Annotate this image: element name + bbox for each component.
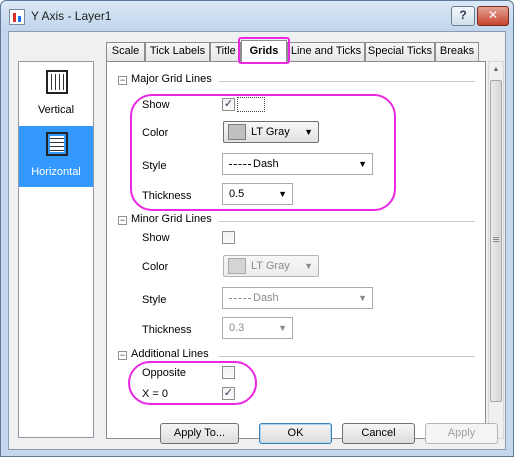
app-icon [9,9,25,25]
tab-title[interactable]: Title [210,42,241,61]
minor-style-value: Dash [229,288,279,308]
side-item-label: Vertical [37,104,75,116]
collapse-icon[interactable]: − [118,216,127,225]
apply-to-button[interactable]: Apply To... [160,423,239,444]
minor-color-label: Color [142,261,169,273]
section-divider [219,221,475,222]
minor-section-title: Minor Grid Lines [131,213,212,225]
dash-line-icon [229,297,251,299]
major-highlight [130,94,396,211]
ok-button[interactable]: OK [259,423,332,444]
minor-color-dropdown[interactable]: LT Gray ▼ [223,255,319,277]
tab-tick-labels[interactable]: Tick Labels [145,42,210,61]
grids-tab-page: − Major Grid Lines Show ✓ Color LT Gray … [106,61,486,439]
chevron-down-icon: ▼ [278,323,287,333]
close-button[interactable]: ✕ [477,6,509,26]
axis-side-panel: Vertical Horizontal [18,61,94,438]
minor-style-dropdown[interactable]: Dash ▼ [222,287,373,309]
scroll-up-icon[interactable]: ▲ [489,62,503,78]
cancel-button[interactable]: Cancel [342,423,415,444]
window-title: Y Axis - Layer1 [31,9,112,23]
tab-special-ticks[interactable]: Special Ticks [365,42,435,61]
help-button[interactable]: ? [451,6,475,26]
additional-section-title: Additional Lines [131,348,209,360]
minor-show-checkbox[interactable] [222,231,235,244]
minor-thickness-dropdown[interactable]: 0.3 ▼ [222,317,293,339]
section-divider [219,356,475,357]
additional-highlight [128,361,257,405]
scroll-thumb[interactable] [490,80,502,402]
minor-show-label: Show [142,232,170,244]
color-swatch [228,258,246,274]
side-item-vertical[interactable]: Vertical [19,64,93,125]
collapse-icon[interactable]: − [118,351,127,360]
title-bar[interactable]: Y Axis - Layer1 ? ✕ [1,1,513,31]
major-section-title: Major Grid Lines [131,73,212,85]
horizontal-grid-icon [46,132,68,156]
minor-thickness-value: 0.3 [229,322,245,334]
side-item-label: Horizontal [31,166,81,178]
minor-color-value: LT Gray [251,260,290,272]
apply-button[interactable]: Apply [425,423,498,444]
dialog-window: Y Axis - Layer1 ? ✕ Vertical Horizontal … [0,0,514,457]
tab-scale[interactable]: Scale [106,42,145,61]
tab-highlight [238,37,290,64]
vertical-scrollbar[interactable]: ▲ ▼ [488,61,504,439]
tab-bar: Scale Tick Labels Title Grids Line and T… [106,37,486,64]
collapse-icon[interactable]: − [118,76,127,85]
minor-style-label: Style [142,294,167,306]
minor-style-text: Dash [253,292,279,304]
side-item-horizontal[interactable]: Horizontal [19,126,93,187]
section-divider [219,81,475,82]
chevron-down-icon: ▼ [358,293,367,303]
vertical-grid-icon [46,70,68,94]
tab-breaks[interactable]: Breaks [435,42,479,61]
chevron-down-icon: ▼ [304,261,313,271]
tab-line-and-ticks[interactable]: Line and Ticks [287,42,365,61]
minor-thickness-label: Thickness [142,324,192,336]
dialog-body: Vertical Horizontal Scale Tick Labels Ti… [8,31,506,450]
